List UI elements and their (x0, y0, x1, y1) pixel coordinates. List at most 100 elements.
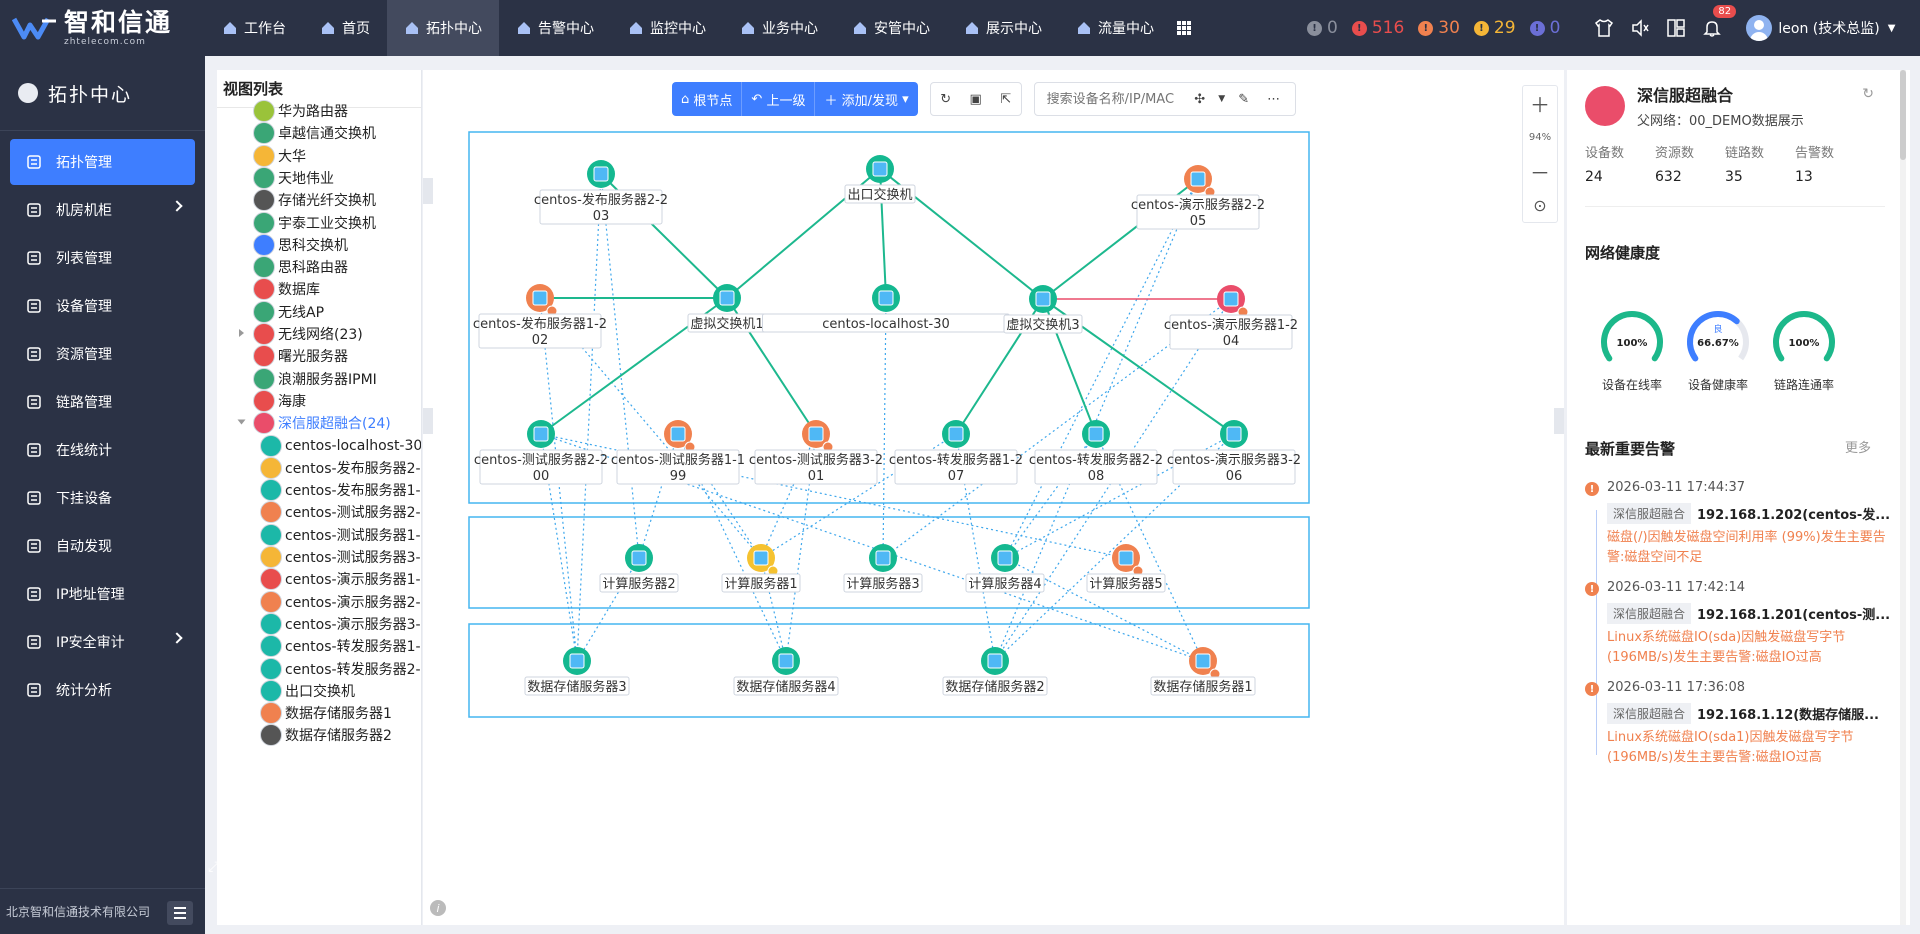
device-type-icon (253, 100, 275, 122)
sidebar-item-3[interactable]: 设备管理 (10, 283, 195, 329)
topology-node[interactable]: centos-localhost-30 (762, 284, 1010, 333)
topology-node[interactable]: centos-演示服务器2-205 (1131, 165, 1265, 230)
topology-node[interactable]: 出口交换机 (844, 155, 916, 204)
layout-icon[interactable] (1665, 17, 1687, 39)
topology-graph[interactable]: centos-发布服务器2-203 出口交换机 centos-演示服务器2-205 c… (423, 70, 1564, 925)
menu-toggle-icon[interactable] (167, 901, 193, 925)
topology-node[interactable]: 数据存储服务器2 (942, 647, 1048, 696)
app-logo[interactable]: 智和信通 zhtelecom.com (0, 0, 205, 56)
topology-node[interactable]: centos-发布服务器1-202 (473, 284, 607, 349)
topology-node[interactable]: centos-转发服务器1-207 (889, 420, 1023, 485)
alarm-level-icon: ! (1585, 582, 1599, 596)
nav-display-7[interactable]: 展示中心 (947, 0, 1059, 56)
topology-node[interactable]: 计算服务器4 (965, 544, 1045, 593)
topology-node[interactable]: 虚拟交换机3 (1003, 285, 1083, 334)
sidebar-item-11[interactable]: 统计分析 (10, 667, 195, 713)
info-icon[interactable]: i (430, 900, 446, 916)
chevron-down-icon[interactable]: ▼ (1215, 83, 1229, 115)
link-line[interactable] (1004, 178, 1199, 559)
device-type-icon (260, 523, 282, 546)
expand-arrow-icon[interactable] (237, 419, 246, 425)
nav-warning-3[interactable]: 告警中心 (499, 0, 611, 56)
collapse-left-handle[interactable] (423, 178, 433, 204)
sidebar-item-4[interactable]: 资源管理 (10, 331, 195, 377)
nav-chart-4[interactable]: 监控中心 (611, 0, 723, 56)
right-collapse-arrow[interactable] (1554, 408, 1564, 434)
sidebar-item-6[interactable]: 在线统计 (10, 427, 195, 473)
sidebar-item-2[interactable]: 列表管理 (10, 235, 195, 281)
topology-node[interactable]: 数据存储服务器4 (733, 647, 839, 696)
topology-node[interactable]: 计算服务器2 (599, 544, 679, 593)
nav-traffic-8[interactable]: 流量中心 (1059, 0, 1171, 56)
link-line[interactable] (576, 557, 640, 662)
link-line[interactable] (1004, 557, 1204, 662)
fullscreen-icon[interactable]: ⤢ (208, 859, 228, 879)
alert-counter[interactable]: ! 0 (1529, 18, 1560, 38)
topology-node[interactable]: 计算服务器3 (843, 544, 923, 593)
tree-item[interactable]: 数据存储服务器2 (260, 722, 392, 748)
sidebar-item-5[interactable]: 链路管理 (10, 379, 195, 425)
alert-counter[interactable]: ! 0 (1307, 18, 1338, 38)
main-nav: 工作台 首页 拓扑中心 告警中心 监控中心 业务中心 安管中心 展示中心 流量中心 (205, 0, 1197, 56)
bell-icon[interactable]: 82 (1701, 5, 1737, 39)
left-collapse-arrow[interactable] (423, 408, 433, 434)
sidebar-item-8[interactable]: 自动发现 (10, 523, 195, 569)
sidebar-item-7[interactable]: 下挂设备 (10, 475, 195, 521)
topology-node[interactable]: centos-转发服务器2-208 (1029, 420, 1163, 485)
topology-node[interactable]: 计算服务器5 (1086, 544, 1166, 593)
link-line[interactable] (576, 173, 602, 662)
layout-scatter-icon[interactable]: ✣ (1185, 83, 1215, 115)
node-label: centos-转发服务器1-2 (889, 452, 1023, 468)
link-line[interactable] (882, 297, 887, 559)
header-tools: 82 (1586, 5, 1737, 39)
mute-icon[interactable] (1629, 17, 1651, 39)
nav-topology-2[interactable]: 拓扑中心 (387, 0, 499, 56)
add-discover-button[interactable]: ＋ 添加/发现 ▾ (815, 82, 917, 116)
expand-arrow-icon[interactable] (239, 329, 244, 337)
user-menu[interactable]: leon (技术总监) ▼ (1746, 15, 1895, 41)
topology-node[interactable]: centos-发布服务器2-203 (534, 160, 668, 225)
sidebar-item-10[interactable]: IP安全审计 (10, 619, 195, 665)
fit-view-button[interactable]: ⊙ (1523, 188, 1557, 222)
nav-shield-6[interactable]: 安管中心 (835, 0, 947, 56)
topology-node[interactable]: 数据存储服务器1 (1150, 647, 1256, 696)
edit-icon[interactable]: ✎ (1229, 83, 1259, 115)
shirt-icon[interactable] (1593, 17, 1615, 39)
alarm-item[interactable]: ! 2026-03-11 17:44:37 深信服超融合 192.168.1.202(… (1585, 480, 1890, 568)
sidebar-item-label: 自动发现 (56, 539, 112, 555)
more-icon[interactable]: ⋯ (1259, 83, 1289, 115)
topology-node[interactable]: centos-测试服务器1-199 (611, 420, 745, 485)
nav-home-0[interactable]: 工作台 (205, 0, 303, 56)
export-icon[interactable]: ⇱ (991, 83, 1021, 115)
save-icon[interactable]: ▣ (961, 83, 991, 115)
topology-node[interactable]: centos-测试服务器3-201 (749, 420, 883, 485)
refresh-icon[interactable]: ↻ (1862, 86, 1874, 102)
alarm-time: 2026-03-11 17:36:08 (1607, 680, 1746, 695)
alert-counter[interactable]: ! 516 (1351, 18, 1404, 38)
nav-home-1[interactable]: 首页 (303, 0, 387, 56)
grid-menu-icon[interactable] (1171, 0, 1197, 56)
search-input[interactable] (1034, 91, 1185, 107)
node-label: 虚拟交换机3 (1006, 317, 1079, 333)
sidebar-item-0[interactable]: 拓扑管理 (10, 139, 195, 185)
sidebar-item-9[interactable]: IP地址管理 (10, 571, 195, 617)
alarm-item[interactable]: ! 2026-03-11 17:42:14 深信服超融合 192.168.1.201(… (1585, 580, 1890, 668)
topology-node[interactable]: 虚拟交换机1 (687, 284, 767, 333)
nav-business-5[interactable]: 业务中心 (723, 0, 835, 56)
up-level-button[interactable]: ↶ 上一级 (742, 82, 816, 116)
root-node-button[interactable]: ⌂ 根节点 (672, 82, 743, 116)
zoom-in-button[interactable]: ＋ (1523, 86, 1557, 120)
sidebar-item-1[interactable]: 机房机柜 (10, 187, 195, 233)
topology-node[interactable]: centos-演示服务器1-204 (1164, 285, 1298, 350)
topology-node[interactable]: 计算服务器1 (721, 544, 801, 593)
scrollbar[interactable] (1900, 70, 1906, 925)
alert-counter[interactable]: ! 30 (1418, 18, 1460, 38)
alarm-item[interactable]: ! 2026-03-11 17:36:08 深信服超融合 192.168.1.12(数… (1585, 680, 1890, 768)
topology-node[interactable]: centos-演示服务器3-206 (1167, 420, 1301, 485)
alert-counter[interactable]: ! 29 (1473, 18, 1516, 38)
topology-node[interactable]: 数据存储服务器3 (524, 647, 630, 696)
zoom-out-button[interactable]: － (1523, 154, 1557, 188)
refresh-icon[interactable]: ↻ (931, 83, 961, 115)
more-alarms-link[interactable]: 更多 (1845, 437, 1871, 456)
server-icon (987, 653, 1003, 669)
